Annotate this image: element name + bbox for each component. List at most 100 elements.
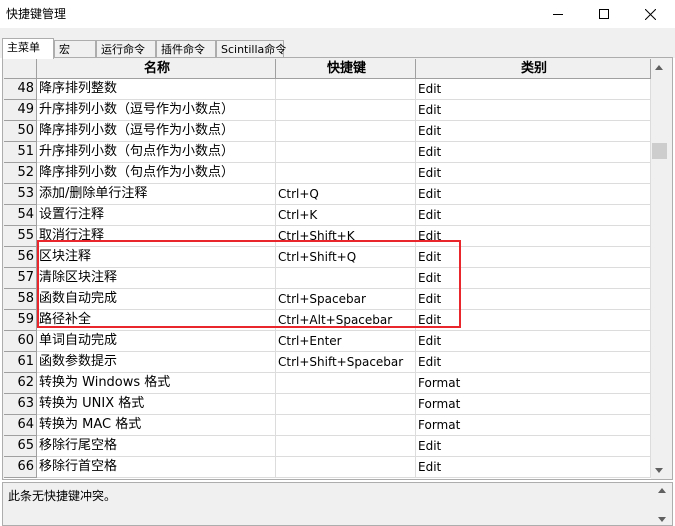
tab-strip: 主菜单 宏 运行命令 插件命令 Scintilla命令	[0, 28, 675, 59]
table-row[interactable]: 66 移除行首空格 Edit	[4, 457, 651, 478]
table-row[interactable]: 58 函数自动完成 Ctrl+Spacebar Edit	[4, 289, 651, 310]
row-number: 48	[4, 79, 37, 100]
row-shortcut	[276, 268, 416, 289]
status-scrollbar[interactable]	[654, 484, 671, 525]
table-row[interactable]: 49 升序排列小数（逗号作为小数点） Edit	[4, 100, 651, 121]
row-name: 移除行尾空格	[37, 436, 276, 457]
table-row[interactable]: 62 转换为 Windows 格式 Format	[4, 373, 651, 394]
table-row[interactable]: 54 设置行注释 Ctrl+K Edit	[4, 205, 651, 226]
maximize-button[interactable]	[581, 0, 627, 28]
table-row[interactable]: 64 转换为 MAC 格式 Format	[4, 415, 651, 436]
row-shortcut: Ctrl+Enter	[276, 331, 416, 352]
row-category: Edit	[416, 163, 651, 184]
row-name: 降序排列整数	[37, 79, 276, 100]
row-category: Format	[416, 415, 651, 436]
row-number: 62	[4, 373, 37, 394]
table-scrollbar[interactable]	[651, 59, 668, 479]
column-header-shortcut[interactable]: 快捷键	[276, 59, 416, 79]
row-name: 转换为 Windows 格式	[37, 373, 276, 394]
title-bar: 快捷键管理	[0, 0, 675, 28]
scroll-down-icon[interactable]	[658, 517, 666, 522]
row-shortcut: Ctrl+Spacebar	[276, 289, 416, 310]
scroll-down-icon[interactable]	[655, 468, 663, 473]
table-row[interactable]: 65 移除行尾空格 Edit	[4, 436, 651, 457]
scroll-up-icon[interactable]	[655, 65, 663, 70]
row-number: 58	[4, 289, 37, 310]
row-shortcut	[276, 163, 416, 184]
row-number: 52	[4, 163, 37, 184]
row-category: Edit	[416, 121, 651, 142]
row-name: 降序排列小数（句点作为小数点）	[37, 163, 276, 184]
row-category: Edit	[416, 352, 651, 373]
row-category: Edit	[416, 184, 651, 205]
table-row[interactable]: 59 路径补全 Ctrl+Alt+Spacebar Edit	[4, 310, 651, 331]
row-category: Edit	[416, 100, 651, 121]
table-row[interactable]: 63 转换为 UNIX 格式 Format	[4, 394, 651, 415]
table-row[interactable]: 57 清除区块注释 Edit	[4, 268, 651, 289]
table-row[interactable]: 53 添加/删除单行注释 Ctrl+Q Edit	[4, 184, 651, 205]
row-shortcut: Ctrl+Shift+Spacebar	[276, 352, 416, 373]
minimize-button[interactable]	[535, 0, 581, 28]
table-row[interactable]: 61 函数参数提示 Ctrl+Shift+Spacebar Edit	[4, 352, 651, 373]
scroll-up-icon[interactable]	[658, 488, 666, 493]
row-number: 56	[4, 247, 37, 268]
row-number: 59	[4, 310, 37, 331]
shortcut-table[interactable]: 名称 快捷键 类别 48 降序排列整数 Edit 49 升序排列小数（逗号作为小数点） E…	[4, 59, 651, 479]
row-name: 升序排列小数（句点作为小数点）	[37, 142, 276, 163]
column-header-category[interactable]: 类别	[416, 59, 651, 79]
row-category: Edit	[416, 457, 651, 478]
row-name: 单词自动完成	[37, 331, 276, 352]
row-shortcut	[276, 373, 416, 394]
table-row[interactable]: 50 降序排列小数（逗号作为小数点） Edit	[4, 121, 651, 142]
row-category: Edit	[416, 79, 651, 100]
table-row[interactable]: 56 区块注释 Ctrl+Shift+Q Edit	[4, 247, 651, 268]
row-name: 取消行注释	[37, 226, 276, 247]
row-shortcut	[276, 415, 416, 436]
row-name: 转换为 UNIX 格式	[37, 394, 276, 415]
row-number: 63	[4, 394, 37, 415]
table-row[interactable]: 52 降序排列小数（句点作为小数点） Edit	[4, 163, 651, 184]
table-row[interactable]: 55 取消行注释 Ctrl+Shift+K Edit	[4, 226, 651, 247]
table-row[interactable]: 60 单词自动完成 Ctrl+Enter Edit	[4, 331, 651, 352]
table-row[interactable]: 51 升序排列小数（句点作为小数点） Edit	[4, 142, 651, 163]
conflict-status-panel: 此条无快捷键冲突。	[2, 482, 673, 526]
row-number: 65	[4, 436, 37, 457]
row-name: 添加/删除单行注释	[37, 184, 276, 205]
row-number: 53	[4, 184, 37, 205]
minimize-icon	[553, 13, 563, 15]
row-name: 路径补全	[37, 310, 276, 331]
row-shortcut	[276, 394, 416, 415]
window-title: 快捷键管理	[6, 7, 67, 21]
row-category: Edit	[416, 331, 651, 352]
row-shortcut	[276, 79, 416, 100]
scroll-thumb[interactable]	[652, 143, 667, 159]
row-name: 设置行注释	[37, 205, 276, 226]
row-name: 升序排列小数（逗号作为小数点）	[37, 100, 276, 121]
row-category: Edit	[416, 247, 651, 268]
row-shortcut	[276, 121, 416, 142]
row-number: 54	[4, 205, 37, 226]
close-icon	[644, 8, 656, 20]
row-number: 51	[4, 142, 37, 163]
row-number: 49	[4, 100, 37, 121]
row-shortcut	[276, 100, 416, 121]
row-number: 61	[4, 352, 37, 373]
row-shortcut	[276, 457, 416, 478]
row-number: 55	[4, 226, 37, 247]
table-header: 名称 快捷键 类别	[4, 59, 651, 80]
table-row[interactable]: 48 降序排列整数 Edit	[4, 79, 651, 100]
row-category: Format	[416, 373, 651, 394]
row-name: 降序排列小数（逗号作为小数点）	[37, 121, 276, 142]
row-number: 66	[4, 457, 37, 478]
row-number: 64	[4, 415, 37, 436]
row-name: 转换为 MAC 格式	[37, 415, 276, 436]
column-header-name[interactable]: 名称	[37, 59, 276, 79]
row-name: 函数参数提示	[37, 352, 276, 373]
row-number: 50	[4, 121, 37, 142]
row-number: 60	[4, 331, 37, 352]
close-button[interactable]	[627, 0, 673, 28]
header-corner	[4, 59, 37, 79]
tab-main-menu[interactable]: 主菜单	[2, 38, 54, 59]
row-category: Edit	[416, 205, 651, 226]
row-category: Edit	[416, 268, 651, 289]
